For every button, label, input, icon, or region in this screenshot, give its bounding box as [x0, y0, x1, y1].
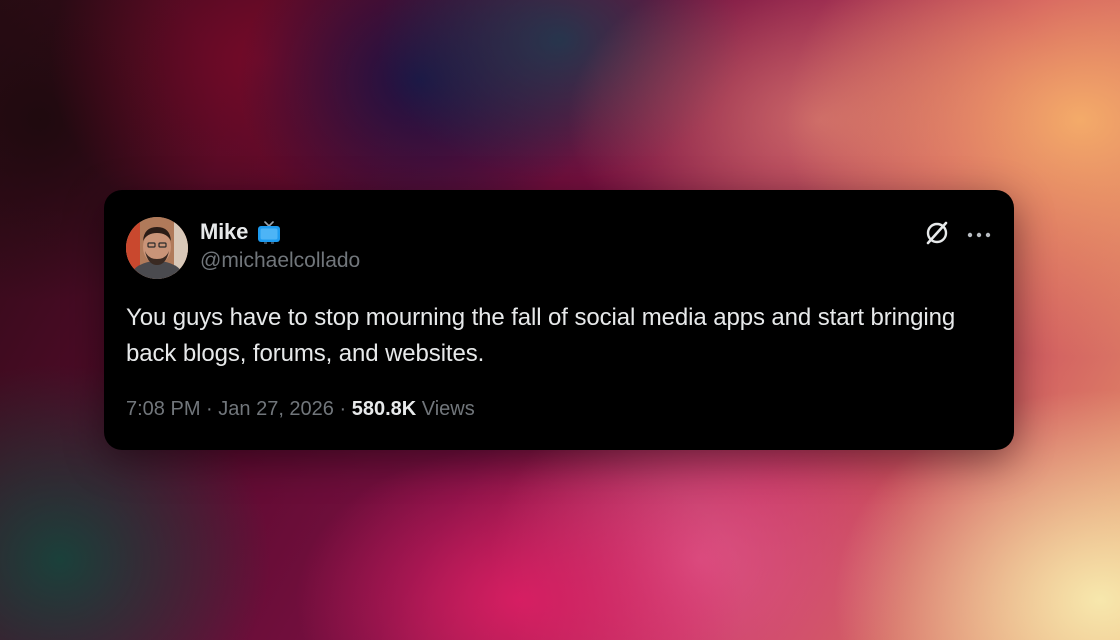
- post-card[interactable]: Mike @michaelcollado You guys have to st…: [104, 190, 1014, 450]
- post-meta: 7:08 PM · Jan 27, 2026 · 580.8K Views: [126, 398, 475, 421]
- more-options-button[interactable]: [964, 220, 994, 250]
- post-text: You guys have to stop mourning the fall …: [126, 304, 956, 367]
- post-date[interactable]: Jan 27, 2026: [218, 398, 334, 421]
- post-time[interactable]: 7:08 PM: [126, 398, 200, 421]
- avatar[interactable]: [126, 217, 188, 279]
- author-handle[interactable]: @michaelcollado: [200, 249, 360, 273]
- author-display-name[interactable]: Mike: [200, 219, 248, 245]
- meta-separator: ·: [200, 398, 219, 420]
- more-icon: [967, 226, 991, 244]
- tv-icon: [256, 220, 282, 244]
- views-label: Views: [416, 398, 475, 420]
- x-logo-button[interactable]: [922, 220, 952, 250]
- meta-separator: ·: [333, 398, 352, 420]
- x-logo-icon: [923, 219, 951, 252]
- views-count: 580.8K: [351, 398, 417, 420]
- author-name-row: Mike: [200, 218, 282, 246]
